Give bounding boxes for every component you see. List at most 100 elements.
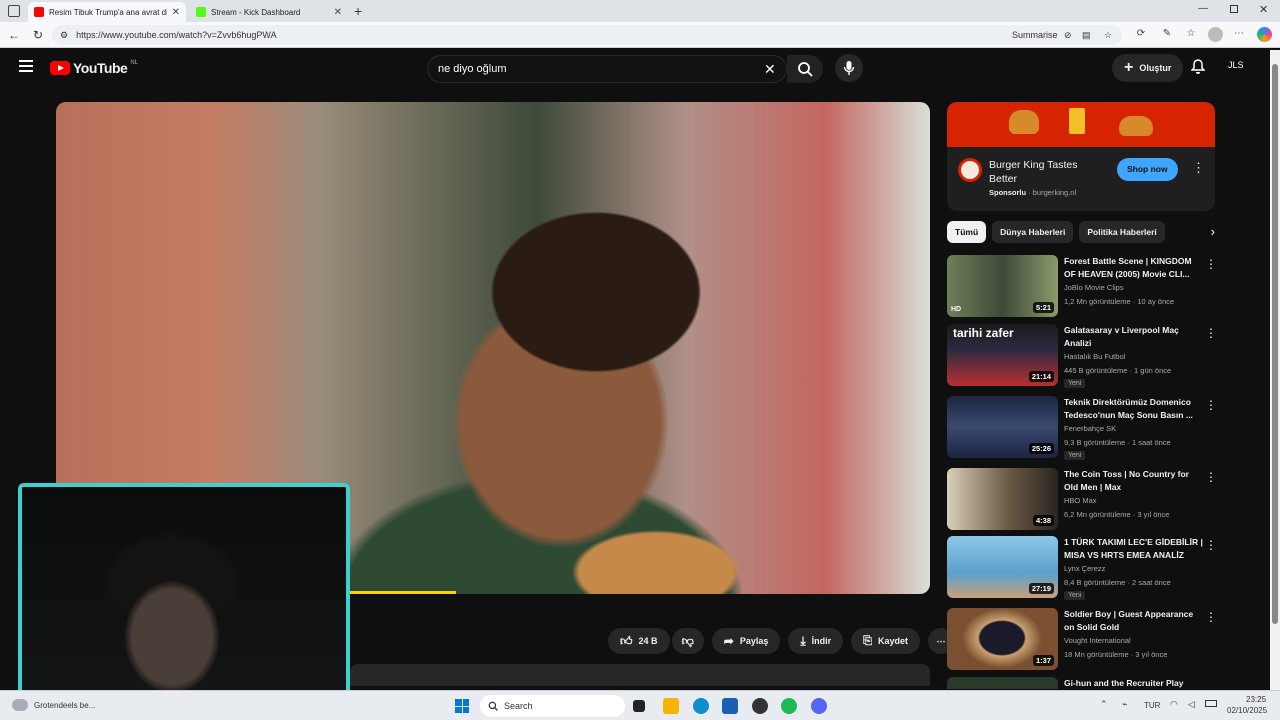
sponsored-ad-card[interactable]: Burger King Tastes Better Sponsorlu · bu… [947,102,1215,211]
clock-time[interactable]: 23:25 [1246,695,1266,704]
edge-browser-icon[interactable] [693,698,709,714]
reload-icon[interactable]: ↻ [30,27,46,43]
summarise-button[interactable]: Summarise [1012,30,1058,40]
spotify-icon[interactable] [781,698,797,714]
video-menu-icon[interactable]: ⋮ [1205,398,1217,412]
channel-name[interactable]: JoBlo Movie Clips [1064,283,1124,292]
description-box[interactable] [350,664,930,686]
close-window-icon[interactable]: ✕ [1259,3,1268,16]
video-title[interactable]: Galatasaray v Liverpool Maç Analizi [1064,324,1204,350]
close-tab-icon[interactable]: ✕ [172,7,180,18]
video-menu-icon[interactable]: ⋮ [1205,610,1217,624]
share-button[interactable]: ➦ Paylaş [711,628,781,654]
chip-politics-news[interactable]: Politika Haberleri [1079,221,1165,243]
clear-search-icon[interactable]: ✕ [764,61,776,78]
task-view-icon[interactable] [633,700,645,712]
dislike-button[interactable]: 👎︎ [671,628,704,654]
obs-icon[interactable] [752,698,768,714]
tray-network-icon[interactable]: ⌁ [1122,699,1127,710]
discord-icon[interactable] [811,698,827,714]
channel-name[interactable]: Fenerbahçe SK [1064,424,1116,433]
taskbar-search-input[interactable]: Search [480,695,625,717]
tab-youtube[interactable]: Resim Tibuk Trump'a ana avrat di ✕ [28,2,186,22]
video-menu-icon[interactable]: ⋮ [1205,257,1217,271]
file-explorer-icon[interactable] [663,698,679,714]
battery-icon[interactable] [1205,700,1217,707]
minimize-icon[interactable]: — [1198,3,1208,14]
list-item[interactable]: HD 5:21 Forest Battle Scene | KINGDOM OF… [947,255,1217,317]
video-title[interactable]: Forest Battle Scene | KINGDOM OF HEAVEN … [1064,255,1204,281]
video-thumbnail[interactable]: 1:37 [947,608,1058,670]
wifi-icon[interactable]: ◠ [1170,699,1178,710]
account-avatar[interactable]: JLS [1228,60,1244,70]
language-indicator[interactable]: TUR [1144,701,1160,710]
list-item[interactable]: 27:19 1 TÜRK TAKIMI LEC'E GİDEBİLİR | MI… [947,536,1217,600]
address-bar[interactable]: ⚙ https://www.youtube.com/watch?v=Zvvb6h… [52,25,1122,45]
page-scrollbar[interactable] [1270,50,1280,690]
search-button[interactable] [787,55,823,83]
new-tab-icon[interactable]: + [354,3,362,19]
chip-all[interactable]: Tümü [947,221,987,243]
back-icon[interactable]: ← [6,27,22,43]
channel-name[interactable]: Vought International [1064,636,1131,645]
save-button[interactable]: ⎘ Kaydet [851,628,920,654]
progress-bar-played[interactable] [346,591,456,594]
read-aloud-icon[interactable]: ⊘ [1064,30,1072,41]
video-title[interactable]: 1 TÜRK TAKIMI LEC'E GİDEBİLİR | MISA VS … [1064,536,1204,562]
video-title[interactable]: Soldier Boy | Guest Appearance on Solid … [1064,608,1204,634]
site-info-icon[interactable]: ⚙ [60,30,68,41]
reader-icon[interactable]: ▤ [1082,30,1091,41]
video-menu-icon[interactable]: ⋮ [1205,538,1217,552]
puzzle-icon[interactable]: ✎ [1160,27,1174,41]
channel-name[interactable]: Hastalık Bu Futbol [1064,352,1125,361]
channel-name[interactable]: Lynx Çerezz [1064,564,1105,573]
video-title[interactable]: The Coin Toss | No Country for Old Men |… [1064,468,1204,494]
video-title[interactable]: Gi-hun and the Recruiter Play [1064,677,1204,689]
list-item[interactable]: 1:37 Soldier Boy | Guest Appearance on S… [947,608,1217,670]
store-icon[interactable] [722,698,738,714]
weather-icon[interactable] [12,699,28,711]
video-menu-icon[interactable]: ⋮ [1205,470,1217,484]
shop-now-button[interactable]: Shop now [1117,158,1178,181]
create-button[interactable]: + Oluştur [1112,54,1184,82]
profile-avatar-icon[interactable] [1208,27,1223,42]
scrollbar-thumb[interactable] [1272,64,1278,624]
notifications-bell-icon[interactable] [1190,59,1206,80]
start-windows-icon[interactable] [455,699,469,713]
channel-name[interactable]: HBO Max [1064,496,1097,505]
tray-chevron-icon[interactable]: ⌃ [1100,699,1108,710]
like-button[interactable]: 👍︎ 24 B [608,628,670,654]
clock-date[interactable]: 02/10/2025 [1227,706,1267,715]
search-input[interactable]: ne diyo oğlum ✕ [427,55,787,83]
chips-next-icon[interactable]: › [1211,221,1215,243]
voice-search-button[interactable] [835,54,863,82]
tab-kick[interactable]: Stream - Kick Dashboard ✕ [190,2,348,22]
ad-menu-icon[interactable]: ⋮ [1192,160,1205,176]
youtube-logo[interactable]: YouTube NL [50,60,138,76]
video-thumbnail[interactable]: 27:19 [947,536,1058,598]
restore-icon[interactable] [1230,5,1238,13]
tab-actions-icon[interactable] [8,5,20,17]
video-thumbnail[interactable] [947,677,1058,689]
list-item[interactable]: 25:26 Teknik Direktörümüz Domenico Tedes… [947,396,1217,460]
list-item[interactable]: Gi-hun and the Recruiter Play [947,677,1215,689]
video-thumbnail[interactable]: HD 5:21 [947,255,1058,317]
copilot-icon[interactable] [1257,27,1272,42]
chip-world-news[interactable]: Dünya Haberleri [992,221,1074,243]
list-item[interactable]: 4:38 The Coin Toss | No Country for Old … [947,468,1217,530]
video-thumbnail[interactable]: 25:26 [947,396,1058,458]
video-menu-icon[interactable]: ⋮ [1205,326,1217,340]
more-menu-icon[interactable]: ⋯ [1232,27,1246,41]
weather-notification[interactable]: Grotendeels be... [34,701,95,710]
video-title[interactable]: Teknik Direktörümüz Domenico Tedesco'nun… [1064,396,1204,422]
extensions-icon[interactable]: ⟳ [1134,27,1148,41]
download-button[interactable]: ⤓ İndir [788,628,844,654]
hamburger-menu-icon[interactable] [19,60,33,72]
video-thumbnail[interactable]: tarihi zafer 21:14 [947,324,1058,386]
volume-icon[interactable]: ◁ [1188,699,1195,710]
favorite-star-icon[interactable]: ☆ [1104,30,1112,41]
close-tab-icon[interactable]: ✕ [334,7,342,18]
video-thumbnail[interactable]: 4:38 [947,468,1058,530]
favorites-icon[interactable]: ☆ [1184,27,1198,41]
list-item[interactable]: tarihi zafer 21:14 Galatasaray v Liverpo… [947,324,1217,388]
